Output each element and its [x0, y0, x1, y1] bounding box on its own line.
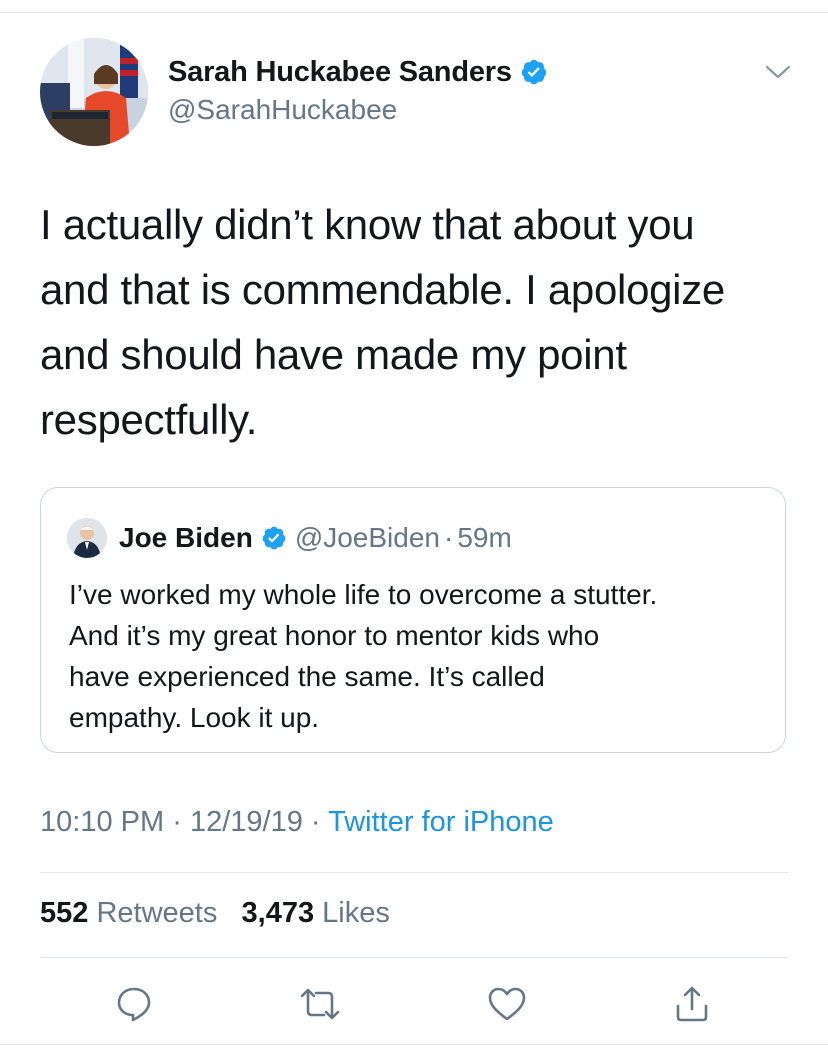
- likes-label: Likes: [322, 897, 390, 929]
- retweet-icon[interactable]: [298, 984, 342, 1024]
- separator-dot: ·: [310, 806, 321, 838]
- divider: [40, 957, 788, 958]
- tweet-date[interactable]: 12/19/19: [190, 806, 303, 838]
- author-avatar-image: [40, 38, 148, 146]
- tweet-text-line: respectfully.: [40, 396, 258, 443]
- tweet-text-line: and that is commendable. I apologize: [40, 266, 725, 313]
- reply-icon[interactable]: [114, 984, 154, 1024]
- chevron-down-icon[interactable]: [764, 62, 792, 82]
- retweets-count: 552: [40, 897, 89, 929]
- share-icon[interactable]: [672, 984, 712, 1024]
- divider: [40, 872, 788, 873]
- quoted-author-avatar-image: [67, 518, 107, 558]
- retweets-stat[interactable]: 552 Retweets: [40, 897, 225, 929]
- quoted-tweet-header: Joe Biden @JoeBiden · 59m: [67, 518, 512, 558]
- quoted-author-name: Joe Biden: [119, 522, 253, 553]
- engagement-counts: 552 Retweets 3,473 Likes: [40, 897, 390, 930]
- author-handle[interactable]: @SarahHuckabee: [168, 94, 548, 126]
- tweet-meta: 10:10 PM · 12/19/19 · Twitter for iPhone: [40, 806, 554, 839]
- tweet-text: I actually didn’t know that about you an…: [40, 192, 800, 452]
- verified-badge-icon: [521, 59, 547, 85]
- separator-dot: ·: [444, 522, 454, 553]
- author-name[interactable]: Sarah Huckabee Sanders: [168, 56, 512, 89]
- tweet-source-link[interactable]: Twitter for iPhone: [328, 806, 554, 838]
- quoted-text-line: empathy. Look it up.: [69, 702, 320, 733]
- quoted-tweet-card[interactable]: Joe Biden @JoeBiden · 59m I’ve worked my…: [40, 487, 786, 753]
- separator-dot: ·: [172, 806, 182, 838]
- quoted-text-line: And it’s my great honor to mentor kids w…: [69, 620, 600, 651]
- quoted-text-line: have experienced the same. It’s called: [69, 661, 545, 692]
- likes-count: 3,473: [241, 897, 315, 929]
- tweet-time[interactable]: 10:10 PM: [40, 806, 164, 838]
- tweet-text-line: and should have made my point: [40, 331, 627, 378]
- author-avatar[interactable]: [40, 38, 148, 146]
- quoted-tweet-text: I’ve worked my whole life to overcome a …: [69, 574, 769, 738]
- quoted-author-avatar: [67, 518, 107, 558]
- tweet-text-line: I actually didn’t know that about you: [40, 201, 695, 248]
- quoted-time: 59m: [457, 522, 512, 553]
- verified-badge-icon: [262, 526, 286, 550]
- likes-stat[interactable]: 3,473 Likes: [242, 897, 390, 929]
- retweets-label: Retweets: [96, 897, 218, 929]
- bottom-divider: [0, 1044, 828, 1045]
- top-divider: [0, 0, 828, 13]
- heart-icon[interactable]: [486, 984, 528, 1024]
- quoted-author-handle: @JoeBiden: [294, 522, 440, 553]
- quoted-text-line: I’ve worked my whole life to overcome a …: [69, 579, 658, 610]
- author-block: Sarah Huckabee Sanders @SarahHuckabee: [168, 52, 548, 126]
